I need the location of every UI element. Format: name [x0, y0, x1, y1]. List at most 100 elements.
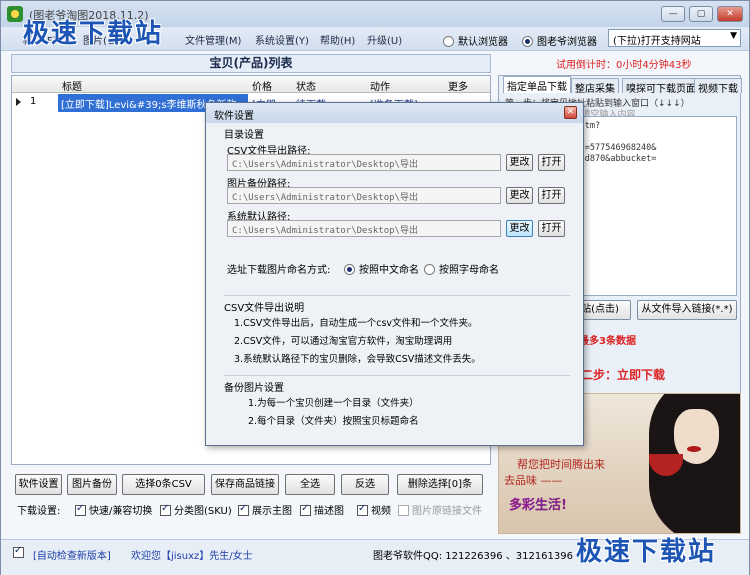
option-label: 快速/兼容切换: [89, 506, 153, 517]
radio-indicator: [424, 264, 435, 275]
maximize-button[interactable]: ▢: [689, 6, 713, 22]
settings-dialog: 软件设置 ✕ 目录设置 CSV文件导出路径: C:\Users\Administ…: [205, 102, 584, 446]
checkbox-icon: [398, 505, 409, 516]
naming-method-label: 选址下载图片命名方式:: [227, 265, 331, 276]
checkbox-icon: [75, 503, 86, 516]
dialog-title-bar: 软件设置 ✕: [206, 103, 583, 123]
option-original-links[interactable]: 图片原链接文件: [398, 502, 482, 517]
tab-store-collect[interactable]: 整店采集: [571, 78, 619, 95]
tab-strip: 指定单品下载 整店采集 嗅探可下载页面 视频下载: [499, 76, 742, 95]
backup-note-2: 2.每个目录（文件夹）按照宝贝标题命名: [248, 416, 419, 427]
menu-upgrade[interactable]: 升级(U): [367, 32, 402, 47]
image-backup-path-field[interactable]: C:\Users\Administrator\Desktop\导出: [227, 187, 501, 204]
row-indicator-icon: [16, 98, 21, 106]
app-logo-icon: [7, 6, 23, 22]
builtin-browser-label: 图老爷浏览器: [537, 37, 597, 48]
divider: [224, 375, 570, 376]
csv-section-title: CSV文件导出说明: [224, 303, 305, 314]
radio-indicator: [344, 264, 355, 275]
image-backup-button[interactable]: 图片备份: [67, 474, 117, 495]
col-status[interactable]: 状态: [296, 78, 316, 93]
dir-section-title: 目录设置: [224, 130, 264, 141]
tab-single-download[interactable]: 指定单品下载: [503, 76, 571, 93]
naming-chinese-radio[interactable]: 按照中文命名: [344, 261, 419, 276]
csv-path-field[interactable]: C:\Users\Administrator\Desktop\导出: [227, 154, 501, 171]
col-action[interactable]: 动作: [370, 78, 390, 93]
checkbox-icon: [300, 503, 311, 516]
option-desc-images[interactable]: 描述图: [300, 502, 344, 517]
ad-line1: 帮您把时间腾出来: [517, 458, 605, 471]
ad-line3: 多彩生活!: [509, 498, 567, 513]
delete-selected-button[interactable]: 删除选择[0]条: [397, 474, 483, 495]
select-csv-button[interactable]: 选择0条CSV: [122, 474, 205, 495]
save-links-button[interactable]: 保存商品链接: [211, 474, 279, 495]
system-path-change-button[interactable]: 更改: [506, 220, 533, 237]
csv-path-open-button[interactable]: 打开: [538, 154, 565, 171]
option-label: 描述图: [314, 506, 344, 517]
image-backup-change-button[interactable]: 更改: [506, 187, 533, 204]
watermark-bottom: 极速下载站: [576, 536, 717, 566]
option-label: 图片原链接文件: [412, 506, 482, 517]
grid-header: 标题 价格 状态 动作 更多: [12, 76, 490, 93]
option-video[interactable]: 视频: [357, 502, 391, 517]
option-main-images[interactable]: 展示主图: [238, 502, 292, 517]
supported-sites-select[interactable]: (下拉)打开支持网站 ▼: [608, 29, 741, 47]
col-price[interactable]: 价格: [252, 78, 272, 93]
minimize-button[interactable]: —: [661, 6, 685, 22]
import-from-file-button[interactable]: 从文件导入链接(*.*): [637, 300, 737, 320]
divider: [224, 295, 570, 296]
dialog-title: 软件设置: [214, 111, 254, 122]
max-items-note: 最多3条数据: [579, 336, 636, 347]
support-qq: 图老爷软件QQ: 121226396 、312161396: [373, 551, 573, 562]
menu-system-settings[interactable]: 系统设置(Y): [255, 32, 309, 47]
option-label: 视频: [371, 506, 391, 517]
backup-section-title: 备份图片设置: [224, 383, 284, 394]
builtin-browser-radio[interactable]: 图老爷浏览器: [522, 33, 597, 48]
csv-note-3: 3.系统默认路径下的宝贝删除，会导致CSV描述文件丢失。: [234, 354, 481, 365]
watermark-top: 极速下载站: [23, 18, 164, 48]
invert-selection-button[interactable]: 反选: [341, 474, 389, 495]
tab-sniff-pages[interactable]: 嗅探可下载页面: [622, 78, 700, 95]
radio-indicator: [443, 36, 454, 47]
row-index: 1: [30, 96, 37, 107]
checkbox-icon: [357, 503, 368, 516]
software-settings-button[interactable]: 软件设置: [15, 474, 62, 495]
menu-help[interactable]: 帮助(H): [320, 32, 355, 47]
tab-video-download[interactable]: 视频下载: [694, 78, 742, 95]
naming-alpha-radio[interactable]: 按照字母命名: [424, 261, 499, 276]
product-list-title: 宝贝(产品)列表: [11, 54, 491, 73]
csv-note-1: 1.CSV文件导出后，自动生成一个csv文件和一个文件夹。: [234, 318, 478, 329]
radio-indicator: [522, 36, 533, 47]
menu-file-manage[interactable]: 文件管理(M): [185, 32, 241, 47]
option-sku-images[interactable]: 分类图(SKU): [160, 502, 232, 517]
ad-line2: 去品味 ——: [504, 474, 563, 487]
chevron-down-icon: ▼: [730, 31, 737, 41]
close-button[interactable]: ✕: [717, 6, 743, 22]
naming-alpha-label: 按照字母命名: [439, 265, 499, 276]
site-select-value: (下拉)打开支持网站: [613, 36, 701, 47]
download-settings-label: 下载设置:: [17, 506, 61, 517]
checkbox-icon: [160, 503, 171, 516]
system-path-open-button[interactable]: 打开: [538, 220, 565, 237]
option-label: 分类图(SKU): [174, 506, 232, 517]
lips-shape: [687, 446, 701, 452]
auto-check-checkbox[interactable]: [13, 545, 27, 559]
system-path-field[interactable]: C:\Users\Administrator\Desktop\导出: [227, 220, 501, 237]
auto-check-label[interactable]: [自动检查新版本]: [33, 547, 111, 562]
checkbox-icon: [13, 545, 24, 558]
naming-chinese-label: 按照中文命名: [359, 265, 419, 276]
backup-note-1: 1.为每一个宝贝创建一个目录（文件夹）: [248, 398, 419, 409]
col-title[interactable]: 标题: [62, 78, 82, 93]
default-browser-label: 默认浏览器: [458, 37, 508, 48]
app-window: (图老爷淘图2018.11.2) — ▢ ✕ 帐号(F) 图片(G) 文件管理(…: [0, 0, 750, 575]
welcome-text: 欢迎您【jisuxz】先生/女士: [131, 551, 253, 562]
image-backup-open-button[interactable]: 打开: [538, 187, 565, 204]
col-more[interactable]: 更多: [448, 78, 468, 93]
option-label: 展示主图: [252, 506, 292, 517]
default-browser-radio[interactable]: 默认浏览器: [443, 33, 508, 48]
option-fast-compat[interactable]: 快速/兼容切换: [75, 502, 152, 517]
csv-path-change-button[interactable]: 更改: [506, 154, 533, 171]
csv-note-2: 2.CSV文件，可以通过淘宝官方软件，淘宝助理调用: [234, 336, 453, 347]
dialog-close-button[interactable]: ✕: [564, 106, 577, 119]
select-all-button[interactable]: 全选: [285, 474, 335, 495]
